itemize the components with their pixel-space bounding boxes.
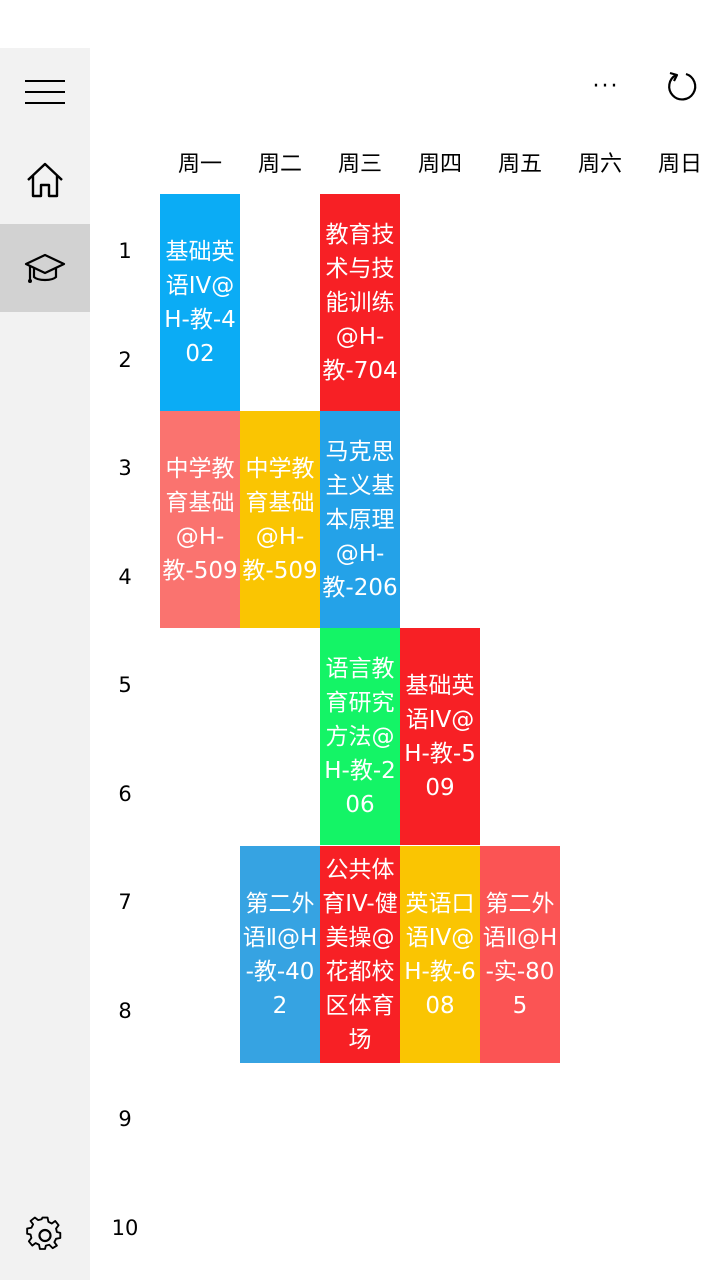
course-label: 公共体育IV-健美操@花都校区体育场	[322, 856, 398, 1053]
course-block[interactable]: 中学教育基础@H-教-509	[240, 411, 320, 628]
period-number: 1	[118, 239, 132, 263]
course-label: 第二外语Ⅱ@H-实-805	[482, 890, 558, 1019]
day-header-sun: 周日	[657, 152, 702, 177]
gear-icon	[26, 1216, 62, 1250]
day-header-sat: 周六	[577, 152, 622, 177]
course-block[interactable]: 教育技术与技能训练@H-教-704	[320, 194, 400, 411]
period-number: 2	[118, 348, 132, 372]
course-label: 第二外语Ⅱ@H-教-402	[242, 890, 318, 1019]
course-block[interactable]: 第二外语Ⅱ@H-教-402	[240, 846, 320, 1063]
more-options-button[interactable]: ···	[578, 58, 634, 114]
course-label: 基础英语IV@H-教-509	[404, 672, 476, 801]
course-block[interactable]: 基础英语IV@H-教-402	[160, 194, 240, 411]
course-label: 语言教育研究方法@H-教-206	[324, 655, 396, 818]
refresh-icon	[668, 71, 697, 101]
course-block[interactable]: 公共体育IV-健美操@花都校区体育场	[320, 846, 400, 1063]
day-header-tue: 周二	[257, 152, 302, 177]
day-header-fri: 周五	[497, 152, 542, 177]
course-block[interactable]: 语言教育研究方法@H-教-206	[320, 628, 400, 845]
navigation-pane	[0, 48, 90, 1280]
course-label: 英语口语IV@H-教-608	[404, 890, 476, 1019]
period-number: 7	[118, 890, 132, 914]
nav-schedule-button[interactable]	[0, 224, 90, 312]
course-block[interactable]: 第二外语Ⅱ@H-实-805	[480, 846, 560, 1063]
day-header-wed: 周三	[337, 152, 382, 177]
course-block[interactable]: 英语口语IV@H-教-608	[400, 846, 480, 1063]
period-number: 6	[118, 782, 132, 806]
course-label: 基础英语IV@H-教-402	[164, 238, 236, 367]
nav-home-button[interactable]	[0, 136, 90, 224]
course-block[interactable]: 中学教育基础@H-教-509	[160, 411, 240, 628]
period-number: 8	[118, 999, 132, 1023]
course-block[interactable]: 马克思主义基本原理@H-教-206	[320, 411, 400, 628]
graduation-cap-icon	[24, 253, 66, 283]
settings-button[interactable]	[0, 1192, 90, 1280]
course-label: 中学教育基础@H-教-509	[162, 455, 238, 584]
period-number: 3	[118, 456, 132, 480]
more-options-icon: ···	[592, 73, 620, 99]
refresh-button[interactable]	[654, 58, 710, 114]
course-label: 中学教育基础@H-教-509	[242, 455, 318, 584]
period-number: 4	[118, 565, 132, 589]
period-number: 10	[111, 1216, 139, 1240]
hamburger-menu-button[interactable]	[0, 48, 90, 136]
hamburger-menu-icon	[25, 80, 65, 104]
day-header-mon: 周一	[177, 152, 222, 177]
period-number: 5	[118, 673, 132, 697]
period-number: 9	[118, 1107, 132, 1131]
course-label: 马克思主义基本原理@H-教-206	[322, 438, 398, 601]
course-block[interactable]: 基础英语IV@H-教-509	[400, 628, 480, 845]
day-header-thu: 周四	[417, 152, 462, 177]
home-icon	[27, 162, 63, 198]
course-label: 教育技术与技能训练@H-教-704	[322, 221, 398, 384]
